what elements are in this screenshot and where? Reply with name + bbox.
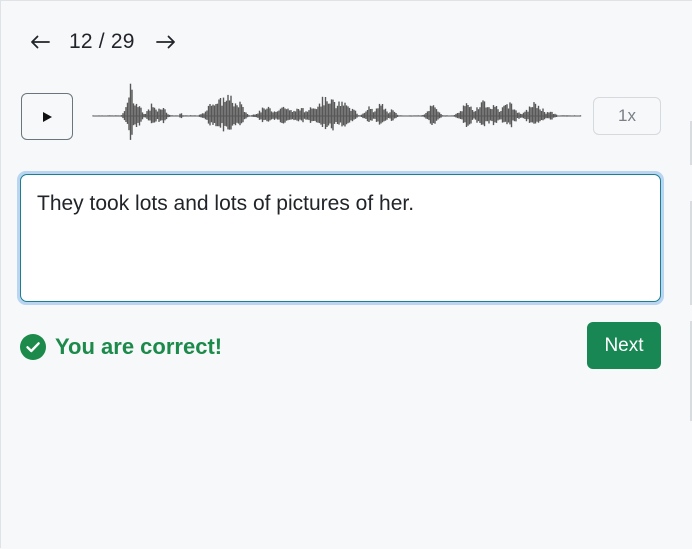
playback-speed-button[interactable]: 1x	[593, 97, 661, 135]
exercise-panel: 12 / 29 1x They took lots and lots of pi…	[0, 0, 692, 548]
audio-waveform[interactable]	[91, 77, 583, 143]
previous-question-button[interactable]	[27, 27, 53, 57]
arrow-right-icon	[155, 35, 175, 49]
play-icon	[43, 111, 52, 122]
feedback-message: You are correct!	[20, 334, 222, 360]
question-navigation: 12 / 29	[27, 27, 179, 57]
next-question-arrow-button[interactable]	[153, 27, 179, 57]
question-counter: 12 / 29	[69, 30, 135, 53]
next-button[interactable]: Next	[587, 322, 661, 369]
arrow-left-icon	[31, 35, 50, 49]
answer-field-focus-ring: They took lots and lots of pictures of h…	[17, 171, 664, 305]
answer-input[interactable]: They took lots and lots of pictures of h…	[20, 174, 661, 302]
play-button[interactable]	[21, 93, 73, 140]
check-circle-icon	[20, 334, 46, 360]
feedback-text: You are correct!	[55, 334, 223, 359]
